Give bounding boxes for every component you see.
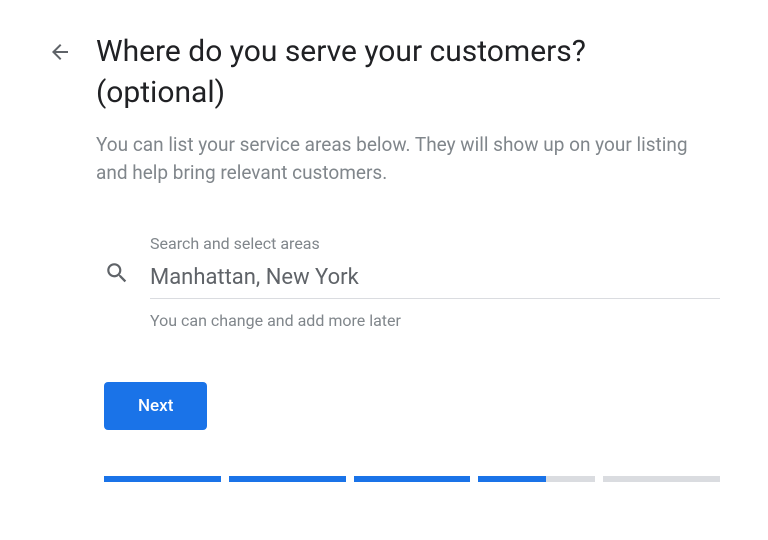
page-title: Where do you serve your customers? (opti… — [96, 32, 720, 113]
actions: Next — [104, 382, 720, 430]
search-input[interactable] — [150, 261, 720, 299]
progress-segment — [354, 476, 471, 482]
progress-segment — [478, 476, 595, 482]
search-label: Search and select areas — [150, 234, 720, 253]
progress-segment — [603, 476, 720, 482]
search-field: Search and select areas You can change a… — [150, 234, 720, 330]
text-block: Where do you serve your customers? (opti… — [96, 32, 720, 482]
back-arrow-icon[interactable] — [48, 40, 72, 64]
progress-bar — [104, 476, 720, 482]
search-hint: You can change and add more later — [150, 311, 720, 330]
next-button[interactable]: Next — [104, 382, 207, 430]
search-section: Search and select areas You can change a… — [104, 234, 720, 330]
onboarding-step: Where do you serve your customers? (opti… — [0, 0, 768, 482]
page-subtitle: You can list your service areas below. T… — [96, 131, 720, 186]
progress-segment — [229, 476, 346, 482]
progress-segment — [104, 476, 221, 482]
search-icon — [104, 260, 130, 286]
header-row: Where do you serve your customers? (opti… — [48, 32, 720, 482]
